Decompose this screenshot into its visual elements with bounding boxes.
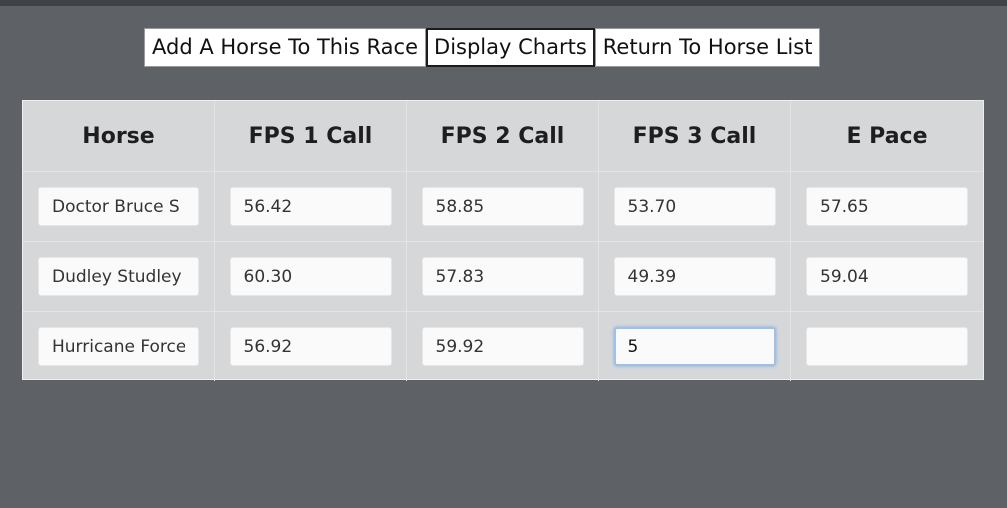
display-charts-button[interactable]: Display Charts xyxy=(426,28,595,67)
fps1-input[interactable] xyxy=(229,187,392,226)
race-table: Horse FPS 1 Call FPS 2 Call FPS 3 Call E… xyxy=(22,100,984,381)
table-cell xyxy=(23,242,215,311)
horse-name-input[interactable] xyxy=(38,327,199,366)
add-horse-button[interactable]: Add A Horse To This Race xyxy=(144,28,427,67)
table-cell xyxy=(599,242,791,311)
column-header-epace: E Pace xyxy=(846,123,928,149)
table-cell xyxy=(791,312,983,381)
table-row xyxy=(23,172,983,242)
fps3-input[interactable] xyxy=(613,257,776,296)
horse-name-input[interactable] xyxy=(38,257,199,296)
column-header-fps3: FPS 3 Call xyxy=(599,101,791,171)
fps2-input[interactable] xyxy=(421,327,584,366)
fps2-input[interactable] xyxy=(421,257,584,296)
table-cell xyxy=(215,172,407,241)
fps1-input[interactable] xyxy=(229,327,392,366)
table-cell xyxy=(599,312,791,381)
epace-input[interactable] xyxy=(806,187,968,226)
table-cell xyxy=(23,312,215,381)
table-cell xyxy=(215,312,407,381)
return-to-horse-list-button[interactable]: Return To Horse List xyxy=(594,28,821,67)
epace-input[interactable] xyxy=(806,257,968,296)
table-cell xyxy=(407,242,599,311)
table-cell xyxy=(791,172,983,241)
fps3-input[interactable] xyxy=(613,187,776,226)
table-row xyxy=(23,242,983,312)
table-header-row: Horse FPS 1 Call FPS 2 Call FPS 3 Call E… xyxy=(23,101,983,172)
column-header-horse: Horse xyxy=(23,101,215,171)
table-cell xyxy=(599,172,791,241)
table-cell xyxy=(215,242,407,311)
table-cell xyxy=(407,172,599,241)
table-cell xyxy=(23,172,215,241)
table-row xyxy=(23,312,983,381)
table-cell xyxy=(791,242,983,311)
table-cell xyxy=(407,312,599,381)
fps1-input[interactable] xyxy=(229,257,392,296)
column-header-fps1: FPS 1 Call xyxy=(215,101,407,171)
column-header-fps2: FPS 2 Call xyxy=(407,101,599,171)
toolbar: Add A Horse To This Race Display Charts … xyxy=(144,28,821,67)
fps3-input-active[interactable] xyxy=(613,327,776,366)
epace-input[interactable] xyxy=(806,327,968,366)
fps2-input[interactable] xyxy=(421,187,584,226)
top-strip xyxy=(0,0,1007,6)
horse-name-input[interactable] xyxy=(38,187,199,226)
